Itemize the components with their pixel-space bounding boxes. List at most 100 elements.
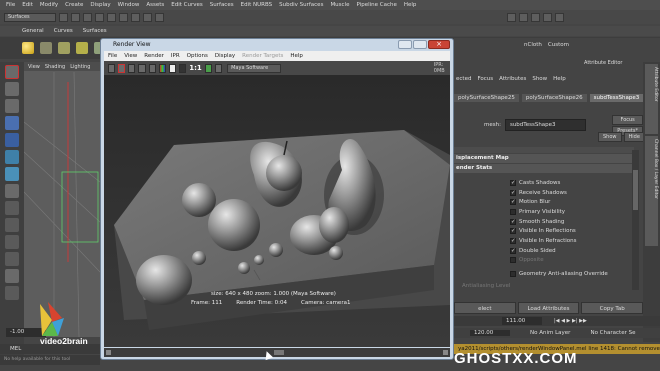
cone-icon[interactable] <box>76 42 88 54</box>
section-header-placeholder[interactable] <box>454 147 634 153</box>
horizontal-scrollbar[interactable] <box>104 348 450 357</box>
renderer-dropdown[interactable]: Maya Software <box>227 63 281 73</box>
viewport-menu-view[interactable]: View <box>28 64 40 70</box>
rgb-channel-icon[interactable] <box>158 63 166 73</box>
checkbox[interactable]: ✓ <box>510 237 516 244</box>
layout-single-icon[interactable] <box>5 201 19 215</box>
checkbox[interactable]: ✓ <box>510 247 516 254</box>
render-stat-row[interactable]: ✓ Visible In Reflections <box>510 226 635 236</box>
menu-muscle[interactable]: Muscle <box>330 2 349 8</box>
shelf-tab-general[interactable]: General <box>22 28 44 34</box>
layout-graph-icon[interactable] <box>5 252 19 266</box>
render-stat-row[interactable]: Opposite <box>510 256 635 266</box>
maximize-button[interactable] <box>413 40 427 49</box>
render-stat-row[interactable]: Primary Visibility <box>510 207 635 217</box>
last-tool-icon[interactable] <box>5 184 19 198</box>
menu-display[interactable]: Display <box>90 2 110 8</box>
render-stat-row[interactable]: ✓ Motion Blur <box>510 197 635 207</box>
checkbox[interactable]: ✓ <box>510 218 516 225</box>
move-tool-icon[interactable] <box>5 116 19 130</box>
redo-render-icon[interactable] <box>108 63 116 73</box>
load-attributes-button[interactable]: Load Attributes <box>517 302 580 314</box>
render-settings-icon[interactable] <box>543 12 552 22</box>
section-displacement-map[interactable]: isplacement Map <box>454 154 634 163</box>
rv-menu-help[interactable]: Help <box>290 53 303 59</box>
remove-image-icon[interactable] <box>214 63 223 73</box>
viewport-menu-shading[interactable]: Shading <box>45 64 65 70</box>
time-slider[interactable]: 111.00 |◀ ◀ ▶ ▶| ▶▶ <box>454 316 660 326</box>
sphere-icon[interactable] <box>22 42 34 54</box>
snap-grid-icon[interactable] <box>131 12 140 22</box>
cube-icon[interactable] <box>40 42 52 54</box>
current-frame-field[interactable]: 111.00 <box>502 317 542 325</box>
select-object-icon[interactable] <box>107 12 116 22</box>
ae-menu-focus[interactable]: Focus <box>477 76 493 82</box>
scale-tool-icon[interactable] <box>5 150 19 164</box>
select-component-icon[interactable] <box>119 12 128 22</box>
menu-assets[interactable]: Assets <box>146 2 164 8</box>
keep-image-icon[interactable] <box>204 63 212 73</box>
playback-controls[interactable]: |◀ ◀ ▶ ▶| ▶▶ <box>554 318 587 324</box>
scale-label[interactable]: 1:1 <box>189 64 202 72</box>
select-tool-icon[interactable] <box>5 65 19 79</box>
menu-file[interactable]: File <box>6 2 15 8</box>
shelf-tab-curves[interactable]: Curves <box>54 28 73 34</box>
show-button[interactable]: Show <box>598 132 622 142</box>
menu-edit[interactable]: Edit <box>22 2 33 8</box>
snap-curve-icon[interactable] <box>143 12 152 22</box>
menu-modify[interactable]: Modify <box>40 2 58 8</box>
select-hierarchy-icon[interactable] <box>95 12 104 22</box>
manipulator-icon[interactable] <box>5 167 19 181</box>
tab-subdtessshape3[interactable]: subdTessShape3 <box>589 94 644 102</box>
checkbox[interactable]: ✓ <box>510 228 516 235</box>
render-stat-row[interactable]: ✓ Double Sided <box>510 246 635 256</box>
snap-point-icon[interactable] <box>155 12 164 22</box>
lasso-tool-icon[interactable] <box>5 82 19 96</box>
render-stat-row[interactable]: ✓ Smooth Shading <box>510 217 635 227</box>
hide-button[interactable]: Hide <box>623 132 645 142</box>
paint-select-icon[interactable] <box>5 99 19 113</box>
copy-tab-button[interactable]: Copy Tab <box>581 302 644 314</box>
checkbox[interactable]: ✓ <box>510 189 516 196</box>
menu-window[interactable]: Window <box>118 2 140 8</box>
render-stat-row[interactable]: ✓ Visible In Refractions <box>510 236 635 246</box>
rv-menu-view[interactable]: View <box>124 53 137 59</box>
tab-polysurfaceshape26[interactable]: polySurfaceShape26 <box>521 94 587 102</box>
checkbox[interactable] <box>510 208 516 215</box>
refresh-icon[interactable] <box>148 63 156 73</box>
rv-menu-options[interactable]: Options <box>187 53 208 59</box>
focus-button[interactable]: Focus <box>612 114 643 125</box>
scroll-right-icon[interactable] <box>443 350 448 355</box>
snapshot-icon[interactable] <box>128 63 136 73</box>
menu-edit-nurbs[interactable]: Edit NURBS <box>241 2 273 8</box>
render-frame-icon[interactable] <box>519 12 528 22</box>
viewport-menu-lighting[interactable]: Lighting <box>70 64 90 70</box>
layout-hypershade-icon[interactable] <box>5 269 19 283</box>
rv-menu-render-targets[interactable]: Render Targets <box>242 53 283 59</box>
save-scene-icon[interactable] <box>83 12 92 22</box>
anim-layer-dropdown[interactable]: No Anim Layer <box>530 330 570 336</box>
rv-menu-render[interactable]: Render <box>144 53 164 59</box>
cylinder-icon[interactable] <box>58 42 70 54</box>
menu-create[interactable]: Create <box>65 2 83 8</box>
menu-pipeline-cache[interactable]: Pipeline Cache <box>356 2 396 8</box>
rv-menu-file[interactable]: File <box>108 53 117 59</box>
tab-polysurfaceshape25[interactable]: polySurfaceShape25 <box>454 94 519 102</box>
new-scene-icon[interactable] <box>59 12 68 22</box>
channel-box-vtab[interactable]: Channel Box / Layer Editor <box>645 136 658 246</box>
alpha-channel-icon[interactable] <box>168 63 177 73</box>
mono-channel-icon[interactable] <box>179 63 187 73</box>
layout-outliner-icon[interactable] <box>5 235 19 249</box>
custom-tab[interactable]: Custom <box>548 42 569 48</box>
rv-menu-ipr[interactable]: IPR <box>171 53 180 59</box>
render-stat-row[interactable]: ✓ Casts Shadows <box>510 178 635 188</box>
close-button[interactable]: × <box>428 40 450 49</box>
menu-subdiv-surfaces[interactable]: Subdiv Surfaces <box>279 2 323 8</box>
geom-aa-checkbox[interactable] <box>510 271 516 277</box>
perspective-viewport[interactable] <box>24 62 100 337</box>
rendered-image[interactable] <box>104 75 450 347</box>
range-end-field[interactable]: 120.00 <box>470 330 510 336</box>
scroll-left-icon[interactable] <box>106 350 111 355</box>
ae-menu-attributes[interactable]: Attributes <box>499 76 526 82</box>
nclothe-tab[interactable]: nCloth <box>524 42 542 48</box>
